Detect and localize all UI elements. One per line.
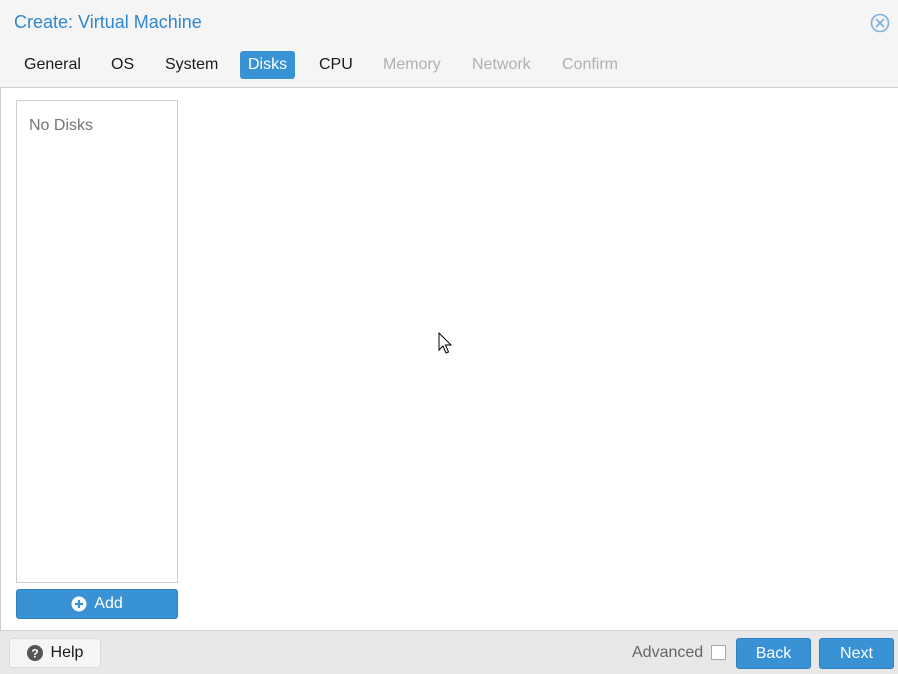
tab-system[interactable]: System (157, 51, 226, 79)
back-button[interactable]: Back (736, 638, 811, 669)
window-title: Create: Virtual Machine (14, 12, 202, 32)
add-disk-label: Add (94, 595, 123, 612)
plus-circle-icon (71, 596, 87, 612)
no-disks-text: No Disks (29, 117, 94, 134)
add-disk-button[interactable]: Add (16, 589, 178, 619)
question-circle-icon: ? (26, 645, 43, 661)
tab-network: Network (472, 56, 531, 73)
tab-confirm: Confirm (562, 56, 619, 73)
window-header: Create: Virtual Machine (0, 0, 898, 46)
close-circle-icon (870, 13, 890, 33)
next-button[interactable]: Next (819, 638, 894, 669)
tab-cpu[interactable]: CPU (311, 51, 361, 79)
close-button[interactable] (870, 13, 890, 33)
mouse-cursor-icon (438, 332, 453, 354)
svg-text:?: ? (31, 647, 38, 661)
advanced-label: Advanced (632, 644, 704, 661)
tab-os[interactable]: OS (103, 51, 142, 79)
help-button[interactable]: ? Help (9, 638, 101, 668)
tab-general[interactable]: General (16, 51, 89, 79)
disk-list[interactable]: No Disks (16, 100, 178, 583)
tab-memory: Memory (383, 56, 441, 73)
wizard-footer: ? Help Advanced Back Next (0, 630, 898, 674)
advanced-checkbox[interactable] (711, 645, 726, 660)
tab-disks[interactable]: Disks (240, 51, 296, 79)
help-label: Help (50, 644, 84, 661)
disks-panel: No Disks Add (0, 88, 898, 630)
wizard-tabbar: General OS System Disks CPU Memory Netwo… (0, 46, 898, 88)
